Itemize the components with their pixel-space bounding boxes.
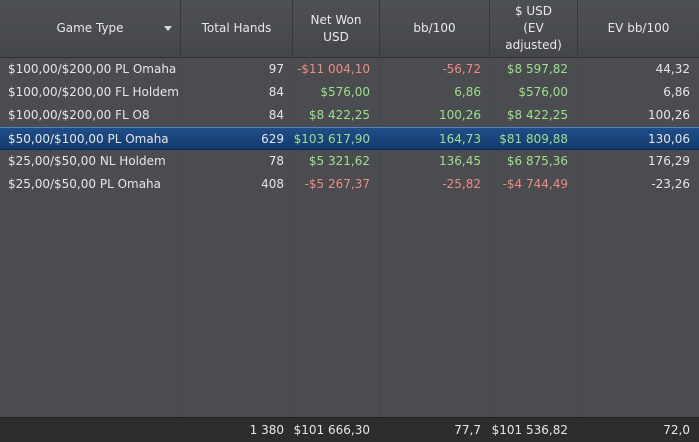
cell-ev-bb100: -23,26	[651, 177, 690, 191]
cell-ev-bb100: 130,06	[648, 132, 690, 146]
total-hands: 1 380	[249, 423, 284, 437]
totals-row: 1 380 $101 666,30 77,7 $101 536,82 72,0	[0, 417, 699, 442]
column-header-ev-bb100[interactable]: EV bb/100	[578, 0, 699, 57]
cell-total-hands: 408	[261, 177, 284, 191]
column-header-label: Game Type	[56, 21, 124, 35]
column-header-label: $ USD (EV adjusted)	[505, 4, 562, 52]
column-header-label: Total Hands	[201, 21, 272, 35]
cell-ev-bb100: 176,29	[648, 154, 690, 168]
table-row[interactable]: $100,00/$200,00 FL O8 84 $8 422,25 100,26 $8…	[0, 104, 699, 127]
cell-ev-usd: $81 809,88	[499, 132, 568, 146]
cell-net-won: $103 617,90	[293, 132, 370, 146]
cell-game-type: $25,00/$50,00 PL Omaha	[8, 177, 162, 191]
cell-net-won: $576,00	[320, 85, 370, 99]
cell-game-type: $100,00/$200,00 FL O8	[8, 108, 150, 122]
cell-net-won: $8 422,25	[308, 108, 370, 122]
column-header-game-type[interactable]: Game Type	[0, 0, 181, 57]
cell-total-hands: 84	[268, 108, 284, 122]
cell-ev-bb100: 100,26	[648, 108, 690, 122]
table-row[interactable]: $50,00/$100,00 PL Omaha 629 $103 617,90 164…	[0, 127, 699, 150]
cell-ev-usd: $6 875,36	[506, 154, 568, 168]
column-header-label: EV bb/100	[607, 21, 670, 35]
cell-game-type: $25,00/$50,00 NL Holdem	[8, 154, 166, 168]
cell-bb100: 164,73	[439, 132, 481, 146]
cell-ev-bb100: 6,86	[663, 85, 690, 99]
cell-total-hands: 78	[268, 154, 284, 168]
cell-game-type: $100,00/$200,00 PL Omaha	[8, 62, 177, 76]
column-header-ev-usd[interactable]: $ USD (EV adjusted)	[490, 0, 578, 57]
table-row[interactable]: $25,00/$50,00 PL Omaha 408 -$5 267,37 -25,8…	[0, 173, 699, 196]
cell-ev-bb100: 44,32	[655, 62, 690, 76]
table-body: $100,00/$200,00 PL Omaha 97 -$11 004,10 -56…	[0, 58, 699, 196]
cell-ev-usd: $8 597,82	[506, 62, 568, 76]
sort-dropdown-icon[interactable]	[164, 26, 172, 31]
cell-ev-usd: $576,00	[518, 85, 568, 99]
cell-bb100: 136,45	[439, 154, 481, 168]
cell-bb100: -56,72	[442, 62, 481, 76]
cell-ev-usd: $8 422,25	[506, 108, 568, 122]
table-row[interactable]: $25,00/$50,00 NL Holdem 78 $5 321,62 136,45…	[0, 150, 699, 173]
table-row[interactable]: $100,00/$200,00 PL Omaha 97 -$11 004,10 -56…	[0, 58, 699, 81]
cell-game-type: $50,00/$100,00 PL Omaha	[8, 132, 169, 146]
column-header-bb100[interactable]: bb/100	[380, 0, 490, 57]
total-ev-bb100: 72,0	[663, 423, 690, 437]
column-header-total-hands[interactable]: Total Hands	[181, 0, 293, 57]
cell-game-type: $100,00/$200,00 FL Holdem	[8, 85, 179, 99]
grid-header: Game Type Total Hands Net Won USD bb/100…	[0, 0, 699, 58]
total-ev-usd: $101 536,82	[491, 423, 568, 437]
cell-total-hands: 84	[268, 85, 284, 99]
column-header-net-won[interactable]: Net Won USD	[293, 0, 380, 57]
table-row[interactable]: $100,00/$200,00 FL Holdem 84 $576,00 6,86 $5…	[0, 81, 699, 104]
cell-bb100: 6,86	[454, 85, 481, 99]
cell-net-won: -$11 004,10	[296, 62, 370, 76]
cell-net-won: -$5 267,37	[304, 177, 370, 191]
cell-bb100: 100,26	[439, 108, 481, 122]
column-header-label: bb/100	[413, 21, 456, 35]
column-header-label: Net Won USD	[310, 12, 362, 44]
cell-total-hands: 629	[261, 132, 284, 146]
cell-bb100: -25,82	[442, 177, 481, 191]
stats-grid: Game Type Total Hands Net Won USD bb/100…	[0, 0, 699, 442]
cell-ev-usd: -$4 744,49	[502, 177, 568, 191]
cell-total-hands: 97	[268, 62, 284, 76]
total-net-won: $101 666,30	[293, 423, 370, 437]
cell-net-won: $5 321,62	[308, 154, 370, 168]
total-bb100: 77,7	[454, 423, 481, 437]
